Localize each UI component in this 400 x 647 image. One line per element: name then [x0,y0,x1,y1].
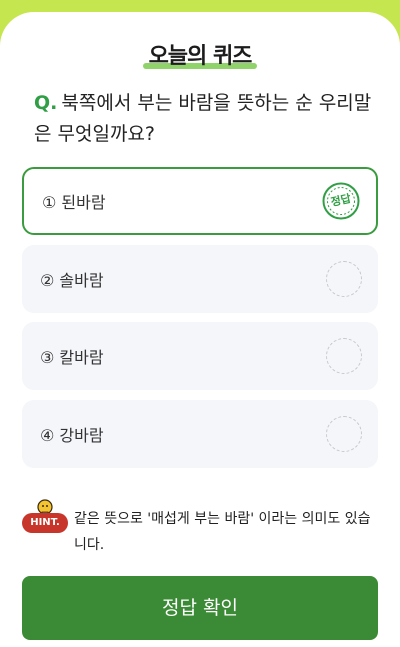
option-1[interactable]: ① 된바람 정답 [22,167,378,235]
empty-check-circle-icon [326,261,362,297]
question-marker: Q. [34,92,58,114]
question: Q. 북쪽에서 부는 바람을 뜻하는 순 우리말은 무엇일까요? [34,88,374,150]
option-4[interactable]: ④ 강바람 [22,400,378,468]
quiz-header: 오늘의 퀴즈 [0,38,400,70]
option-label: ① 된바람 [42,193,106,212]
option-label: ④ 강바람 [40,426,104,445]
option-3[interactable]: ③ 칼바람 [22,322,378,390]
empty-check-circle-icon [326,338,362,374]
correct-stamp-label: 정답 [329,192,353,209]
empty-check-circle-icon [326,416,362,452]
option-2[interactable]: ② 솔바람 [22,245,378,313]
option-label: ② 솔바람 [40,271,104,290]
option-label: ③ 칼바람 [40,348,104,367]
hint-badge: HINT. [22,499,70,534]
confirm-answer-button[interactable]: 정답 확인 [22,576,378,640]
hint-text: 같은 뜻으로 '매섭게 부는 바람' 이라는 의미도 있습니다. [74,511,371,553]
correct-stamp-icon: 정답 [322,182,360,220]
hint: HINT. 같은 뜻으로 '매섭게 부는 바람' 이라는 의미도 있습니다. [22,499,382,558]
page-title: 오늘의 퀴즈 [142,38,258,70]
hint-label: HINT. [22,513,68,533]
question-text: 북쪽에서 부는 바람을 뜻하는 순 우리말은 무엇일까요? [34,92,372,145]
